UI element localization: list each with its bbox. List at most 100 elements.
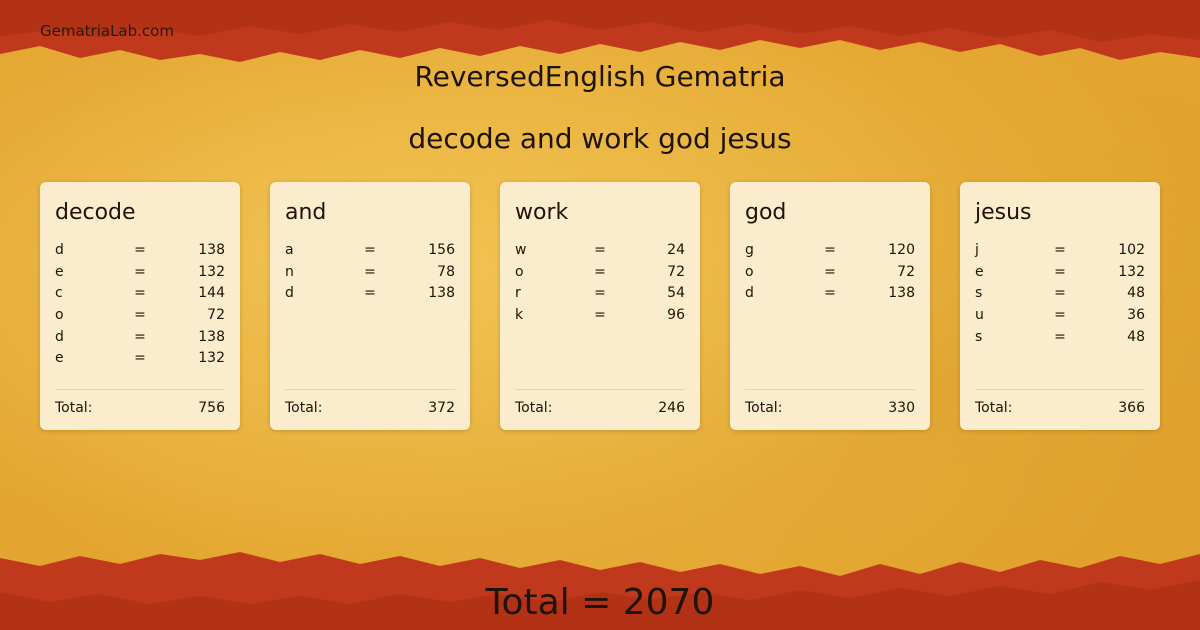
letter-row: j = 102	[975, 239, 1145, 261]
letter-row: d = 138	[285, 282, 455, 304]
letter-char: e	[975, 263, 984, 280]
letter-row: e = 132	[55, 347, 225, 369]
card-total-value: 756	[198, 400, 225, 416]
letter-char: d	[55, 241, 64, 258]
letter-equals: =	[594, 306, 606, 323]
letter-value: 96	[667, 306, 685, 323]
card-word: god	[745, 200, 787, 225]
letter-equals: =	[364, 285, 376, 302]
word-card: and a = 156 n = 78 d = 138 Total: 372	[270, 182, 470, 430]
card-total-value: 372	[428, 400, 455, 416]
letter-value: 132	[198, 263, 225, 280]
letter-value: 72	[897, 263, 915, 280]
letter-char: d	[285, 285, 294, 302]
letter-value: 78	[437, 263, 455, 280]
letter-value: 72	[207, 306, 225, 323]
letter-equals: =	[824, 263, 836, 280]
letter-char: o	[515, 263, 524, 280]
letter-char: s	[975, 285, 983, 302]
letter-equals: =	[134, 241, 146, 258]
letter-row: d = 138	[745, 282, 915, 304]
word-card: jesus j = 102 e = 132 s = 48 u = 36 s = 48 Total: 366	[960, 182, 1160, 430]
letter-char: n	[285, 263, 294, 280]
letter-row: c = 144	[55, 282, 225, 304]
letter-value: 132	[1118, 263, 1145, 280]
letter-value: 48	[1127, 285, 1145, 302]
letter-row: r = 54	[515, 282, 685, 304]
letter-char: o	[55, 306, 64, 323]
letter-value: 144	[198, 285, 225, 302]
letter-value: 72	[667, 263, 685, 280]
letter-equals: =	[134, 263, 146, 280]
card-total-label: Total:	[285, 400, 323, 416]
letter-value: 132	[198, 350, 225, 367]
letter-value: 138	[198, 241, 225, 258]
letter-char: c	[55, 285, 63, 302]
letter-row: k = 96	[515, 304, 685, 326]
letter-equals: =	[1054, 306, 1066, 323]
card-total-label: Total:	[975, 400, 1013, 416]
phrase-heading: decode and work god jesus	[408, 122, 792, 155]
letter-equals: =	[1054, 263, 1066, 280]
card-total-value: 366	[1118, 400, 1145, 416]
letter-value: 48	[1127, 328, 1145, 345]
word-card: work w = 24 o = 72 r = 54 k = 96 Total: 246	[500, 182, 700, 430]
letter-char: d	[745, 285, 754, 302]
card-word: work	[515, 200, 569, 225]
card-total-label: Total:	[55, 400, 93, 416]
card-total-row: Total: 756	[55, 389, 225, 416]
letter-char: j	[975, 241, 979, 258]
letter-char: d	[55, 328, 64, 345]
letter-value: 102	[1118, 241, 1145, 258]
letter-char: k	[515, 306, 524, 323]
card-total-label: Total:	[515, 400, 553, 416]
letter-row: e = 132	[975, 261, 1145, 283]
letter-value: 24	[667, 241, 685, 258]
letter-equals: =	[134, 285, 146, 302]
letter-char: g	[745, 241, 754, 258]
letter-list: g = 120 o = 72 d = 138	[745, 239, 915, 389]
letter-char: s	[975, 328, 983, 345]
grand-total: Total = 2070	[485, 582, 715, 623]
letter-row: g = 120	[745, 239, 915, 261]
letter-value: 138	[428, 285, 455, 302]
word-card: god g = 120 o = 72 d = 138 Total: 330	[730, 182, 930, 430]
card-total-value: 246	[658, 400, 685, 416]
letter-value: 138	[888, 285, 915, 302]
letter-char: r	[515, 285, 521, 302]
letter-char: a	[285, 241, 294, 258]
letter-char: u	[975, 306, 984, 323]
letter-row: s = 48	[975, 282, 1145, 304]
letter-row: s = 48	[975, 326, 1145, 348]
card-total-label: Total:	[745, 400, 783, 416]
letter-equals: =	[1054, 241, 1066, 258]
letter-value: 138	[198, 328, 225, 345]
letter-equals: =	[594, 241, 606, 258]
letter-equals: =	[1054, 285, 1066, 302]
letter-char: e	[55, 263, 64, 280]
word-card: decode d = 138 e = 132 c = 144 o = 72 d = 138 e = 132 Total…	[40, 182, 240, 430]
word-cards: decode d = 138 e = 132 c = 144 o = 72 d = 138 e = 132 Total…	[40, 182, 1160, 430]
page-title: ReversedEnglish Gematria	[414, 60, 786, 93]
letter-equals: =	[364, 241, 376, 258]
letter-row: d = 138	[55, 239, 225, 261]
letter-char: o	[745, 263, 754, 280]
letter-list: j = 102 e = 132 s = 48 u = 36 s = 48	[975, 239, 1145, 389]
letter-row: a = 156	[285, 239, 455, 261]
card-total-row: Total: 366	[975, 389, 1145, 416]
letter-list: a = 156 n = 78 d = 138	[285, 239, 455, 389]
card-total-row: Total: 372	[285, 389, 455, 416]
letter-row: d = 138	[55, 326, 225, 348]
letter-row: o = 72	[515, 261, 685, 283]
letter-value: 156	[428, 241, 455, 258]
letter-list: d = 138 e = 132 c = 144 o = 72 d = 138 e = 132	[55, 239, 225, 389]
letter-row: n = 78	[285, 261, 455, 283]
letter-value: 36	[1127, 306, 1145, 323]
letter-row: e = 132	[55, 261, 225, 283]
letter-char: w	[515, 241, 527, 258]
letter-equals: =	[594, 285, 606, 302]
card-word: jesus	[975, 200, 1032, 225]
site-name[interactable]: GematriaLab.com	[40, 22, 174, 40]
letter-equals: =	[824, 241, 836, 258]
letter-row: o = 72	[55, 304, 225, 326]
